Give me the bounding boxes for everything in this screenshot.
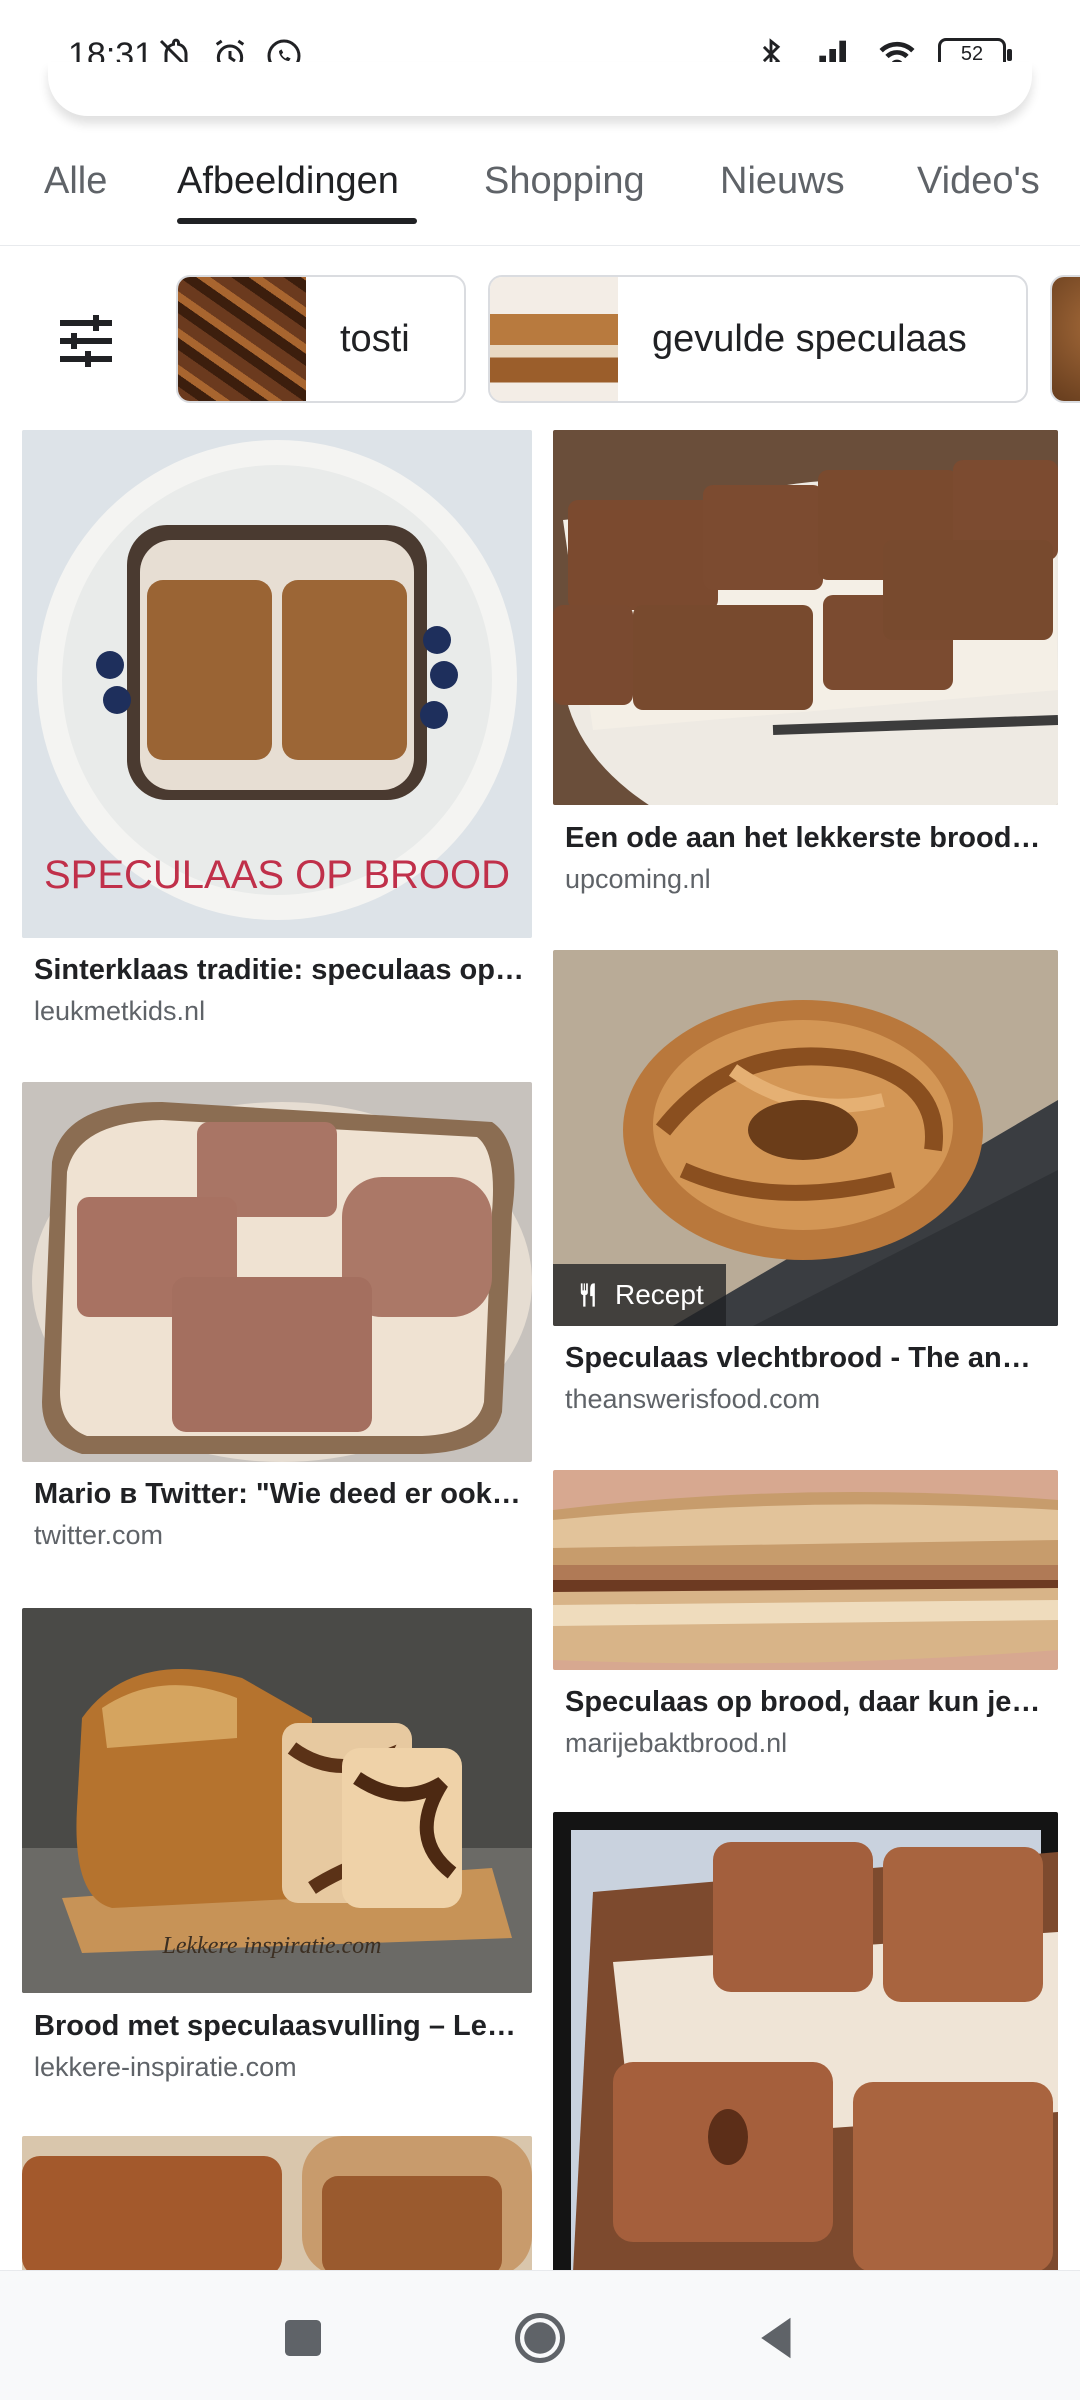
chip-gevulde-speculaas[interactable]: gevulde speculaas: [488, 275, 1028, 403]
chip-thumbnail: [490, 277, 618, 401]
result-card[interactable]: Een ode aan het lekkerste brood beleg up…: [553, 430, 1058, 910]
result-image[interactable]: [22, 2136, 532, 2270]
tab-afbeeldingen[interactable]: Afbeeldingen: [177, 160, 399, 203]
result-card[interactable]: Mario в Twitter: "Wie deed er ook specul…: [22, 1082, 532, 1562]
search-tabs: Alle Afbeeldingen Shopping Nieuws Video'…: [0, 150, 1080, 246]
result-source[interactable]: marijebaktbrood.nl: [565, 1728, 787, 1759]
result-source[interactable]: lekkere-inspiratie.com: [34, 2052, 297, 2083]
result-card[interactable]: [22, 2136, 532, 2270]
result-source[interactable]: upcoming.nl: [565, 864, 711, 895]
result-image[interactable]: [22, 1082, 532, 1462]
chip-label: tosti: [340, 317, 410, 360]
result-card[interactable]: Lekkere inspiratie.com Brood met specula…: [22, 1608, 532, 2088]
result-image[interactable]: Lekkere inspiratie.com: [22, 1608, 532, 1993]
back-icon[interactable]: [750, 2311, 804, 2365]
result-image[interactable]: [553, 1470, 1058, 1670]
recipe-badge-label: Recept: [615, 1279, 704, 1310]
chip-thumbnail: [178, 277, 306, 401]
result-source[interactable]: twitter.com: [34, 1520, 163, 1551]
related-chips: tosti gevulde speculaas: [0, 275, 1080, 405]
result-source[interactable]: theanswerisfood.com: [565, 1384, 820, 1415]
image-caption-text: SPECULAAS OP BROOD: [44, 853, 510, 897]
search-bar-bottom[interactable]: [48, 62, 1032, 116]
recents-icon[interactable]: [276, 2311, 330, 2365]
result-image[interactable]: [553, 1812, 1058, 2270]
tab-shopping[interactable]: Shopping: [484, 160, 645, 203]
system-navigation-bar: [0, 2270, 1080, 2400]
result-title[interactable]: Een ode aan het lekkerste brood beleg: [565, 822, 1045, 855]
chip-tosti[interactable]: tosti: [176, 275, 466, 403]
result-card[interactable]: [553, 1812, 1058, 2270]
result-image[interactable]: [553, 430, 1058, 805]
recipe-badge: Recept: [553, 1264, 726, 1326]
active-tab-indicator: [177, 218, 417, 224]
result-card[interactable]: SPECULAAS OP BROOD Sinterklaas traditie:…: [22, 430, 532, 1030]
result-title[interactable]: Mario в Twitter: "Wie deed er ook specul…: [34, 1478, 524, 1511]
image-results-grid: SPECULAAS OP BROOD Sinterklaas traditie:…: [0, 430, 1080, 2270]
result-title[interactable]: Speculaas vlechtbrood - The answer is fo…: [565, 1342, 1045, 1375]
image-caption-text: Lekkere inspiratie.com: [161, 1933, 381, 1959]
filter-icon[interactable]: [56, 315, 116, 367]
tab-alle[interactable]: Alle: [44, 160, 107, 203]
chip-more[interactable]: [1050, 275, 1080, 403]
chip-label: gevulde speculaas: [652, 317, 967, 360]
result-image[interactable]: Recept: [553, 950, 1058, 1326]
tab-videos[interactable]: Video's: [917, 160, 1040, 203]
tab-nieuws[interactable]: Nieuws: [720, 160, 845, 203]
chip-thumbnail: [1052, 277, 1080, 401]
result-title[interactable]: Speculaas op brood, daar kun je mee...: [565, 1686, 1045, 1719]
result-title[interactable]: Sinterklaas traditie: speculaas op brood: [34, 954, 524, 987]
fork-knife-icon: [580, 1283, 595, 1307]
result-card[interactable]: Recept Speculaas vlechtbrood - The answe…: [553, 950, 1058, 1430]
result-card[interactable]: Speculaas op brood, daar kun je mee... m…: [553, 1470, 1058, 1770]
home-icon[interactable]: [513, 2311, 567, 2365]
result-source[interactable]: leukmetkids.nl: [34, 996, 205, 1027]
result-title[interactable]: Brood met speculaasvulling – Lekkere ins…: [34, 2010, 524, 2043]
result-image[interactable]: SPECULAAS OP BROOD: [22, 430, 532, 938]
